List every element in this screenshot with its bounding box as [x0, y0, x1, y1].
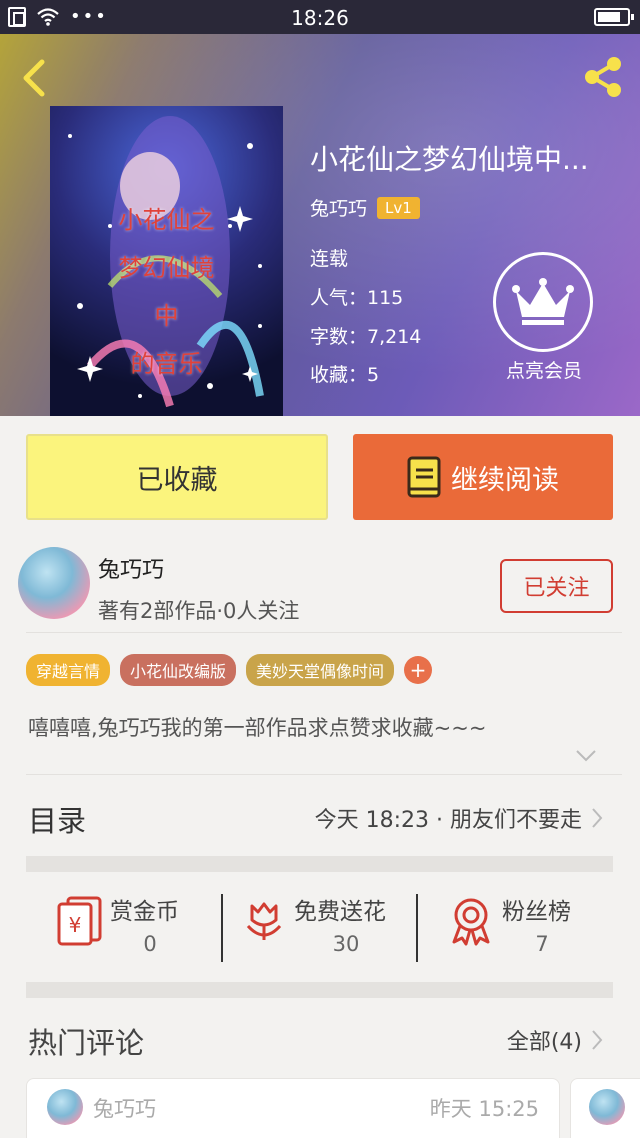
book-status: 连载: [310, 248, 349, 270]
divider: [221, 894, 223, 962]
fan-ranking[interactable]: 粉丝榜 7: [450, 892, 610, 970]
comment-author: 兔巧巧: [93, 1097, 156, 1121]
stat-value: 30: [332, 932, 360, 956]
share-icon[interactable]: [580, 54, 626, 100]
book-favorites: 收藏：5: [310, 364, 380, 386]
follow-button[interactable]: 已关注: [500, 559, 613, 613]
comment-avatar[interactable]: [589, 1089, 625, 1125]
section-band: [26, 856, 613, 872]
comment-card[interactable]: [570, 1078, 640, 1138]
book-title: 小花仙之梦幻仙境中...: [310, 143, 589, 176]
divider: [416, 894, 418, 962]
vip-label: 点亮会员: [505, 360, 582, 382]
continue-reading-button[interactable]: 继续阅读: [353, 434, 613, 520]
book-hero: 小花仙之 梦幻仙境 中 的音乐 小花仙之梦幻仙境中... 兔巧巧 Lv1 连载 …: [0, 34, 640, 416]
status-time: 18:26: [291, 6, 349, 30]
reward-coins[interactable]: ¥ 赏金币 0: [56, 892, 206, 970]
section-band: [26, 982, 613, 998]
author-avatar[interactable]: [18, 547, 90, 619]
collected-button[interactable]: 已收藏: [26, 434, 328, 520]
cover-title-line: 的音乐: [130, 350, 203, 378]
red-envelope-icon: ¥: [57, 896, 102, 946]
collected-label: 已收藏: [136, 464, 218, 496]
chevron-right-icon: [592, 1030, 603, 1050]
book-icon: [407, 456, 441, 498]
add-tag-button[interactable]: +: [404, 656, 433, 684]
vip-circle: [493, 252, 593, 352]
tag-list: 穿越言情 小花仙改编版 美妙天堂偶像时间 +: [26, 654, 433, 686]
continue-reading-label: 继续阅读: [451, 464, 559, 496]
cover-title-line: 梦幻仙境: [118, 254, 215, 282]
crown-icon: [512, 278, 574, 325]
book-author-row: 兔巧巧 Lv1: [310, 194, 420, 221]
vip-button[interactable]: 点亮会员: [493, 252, 595, 383]
toc-latest-chapter[interactable]: 今天 18:23 · 朋友们不要走: [315, 802, 604, 834]
stat-label: 免费送花: [294, 899, 386, 925]
book-popularity: 人气：115: [310, 287, 404, 309]
svg-text:¥: ¥: [69, 913, 82, 937]
medal-icon: [452, 898, 490, 946]
stat-label: 粉丝榜: [502, 899, 571, 925]
comment-avatar[interactable]: [47, 1089, 83, 1125]
book-description: 嘻嘻嘻,兔巧巧我的第一部作品求点赞求收藏~~~: [28, 716, 487, 740]
book-word-count: 字数：7,214: [310, 326, 422, 348]
free-flowers[interactable]: 免费送花 30: [244, 892, 414, 970]
all-comments-link[interactable]: 全部(4): [507, 1024, 604, 1056]
author-name[interactable]: 兔巧巧: [98, 552, 164, 584]
battery-icon: [594, 8, 634, 26]
stat-value: 0: [143, 932, 157, 956]
comment-card[interactable]: 兔巧巧 昨天 15:25: [26, 1078, 560, 1138]
tag[interactable]: 美妙天堂偶像时间: [246, 654, 395, 686]
status-bar: ••• 18:26: [0, 0, 640, 34]
divider: [26, 632, 622, 633]
author-stats: 著有2部作品·0人关注: [98, 599, 300, 623]
back-icon[interactable]: [16, 58, 56, 98]
cover-title-line: 小花仙之: [118, 206, 215, 234]
tag[interactable]: 小花仙改编版: [120, 654, 237, 686]
toc-latest-text: 今天 18:23 · 朋友们不要走: [314, 808, 582, 833]
level-badge: Lv1: [377, 196, 420, 219]
chevron-down-icon[interactable]: [574, 748, 598, 764]
toc-label[interactable]: 目录: [28, 798, 86, 840]
comment-time: 昨天 15:25: [429, 1097, 539, 1121]
all-comments-label: 全部(4): [506, 1030, 582, 1055]
flower-icon: [246, 902, 282, 940]
chevron-right-icon: [592, 808, 603, 828]
book-author[interactable]: 兔巧巧: [310, 194, 367, 221]
tag[interactable]: 穿越言情: [26, 654, 111, 686]
cover-title-line: 中: [154, 302, 179, 330]
hot-comments-title: 热门评论: [28, 1026, 145, 1060]
stat-value: 7: [535, 932, 549, 956]
follow-label: 已关注: [523, 576, 590, 601]
divider: [26, 774, 622, 775]
stat-label: 赏金币: [110, 899, 179, 925]
cover-title: 小花仙之 梦幻仙境 中 的音乐: [50, 196, 283, 388]
book-cover[interactable]: 小花仙之 梦幻仙境 中 的音乐: [50, 106, 283, 416]
